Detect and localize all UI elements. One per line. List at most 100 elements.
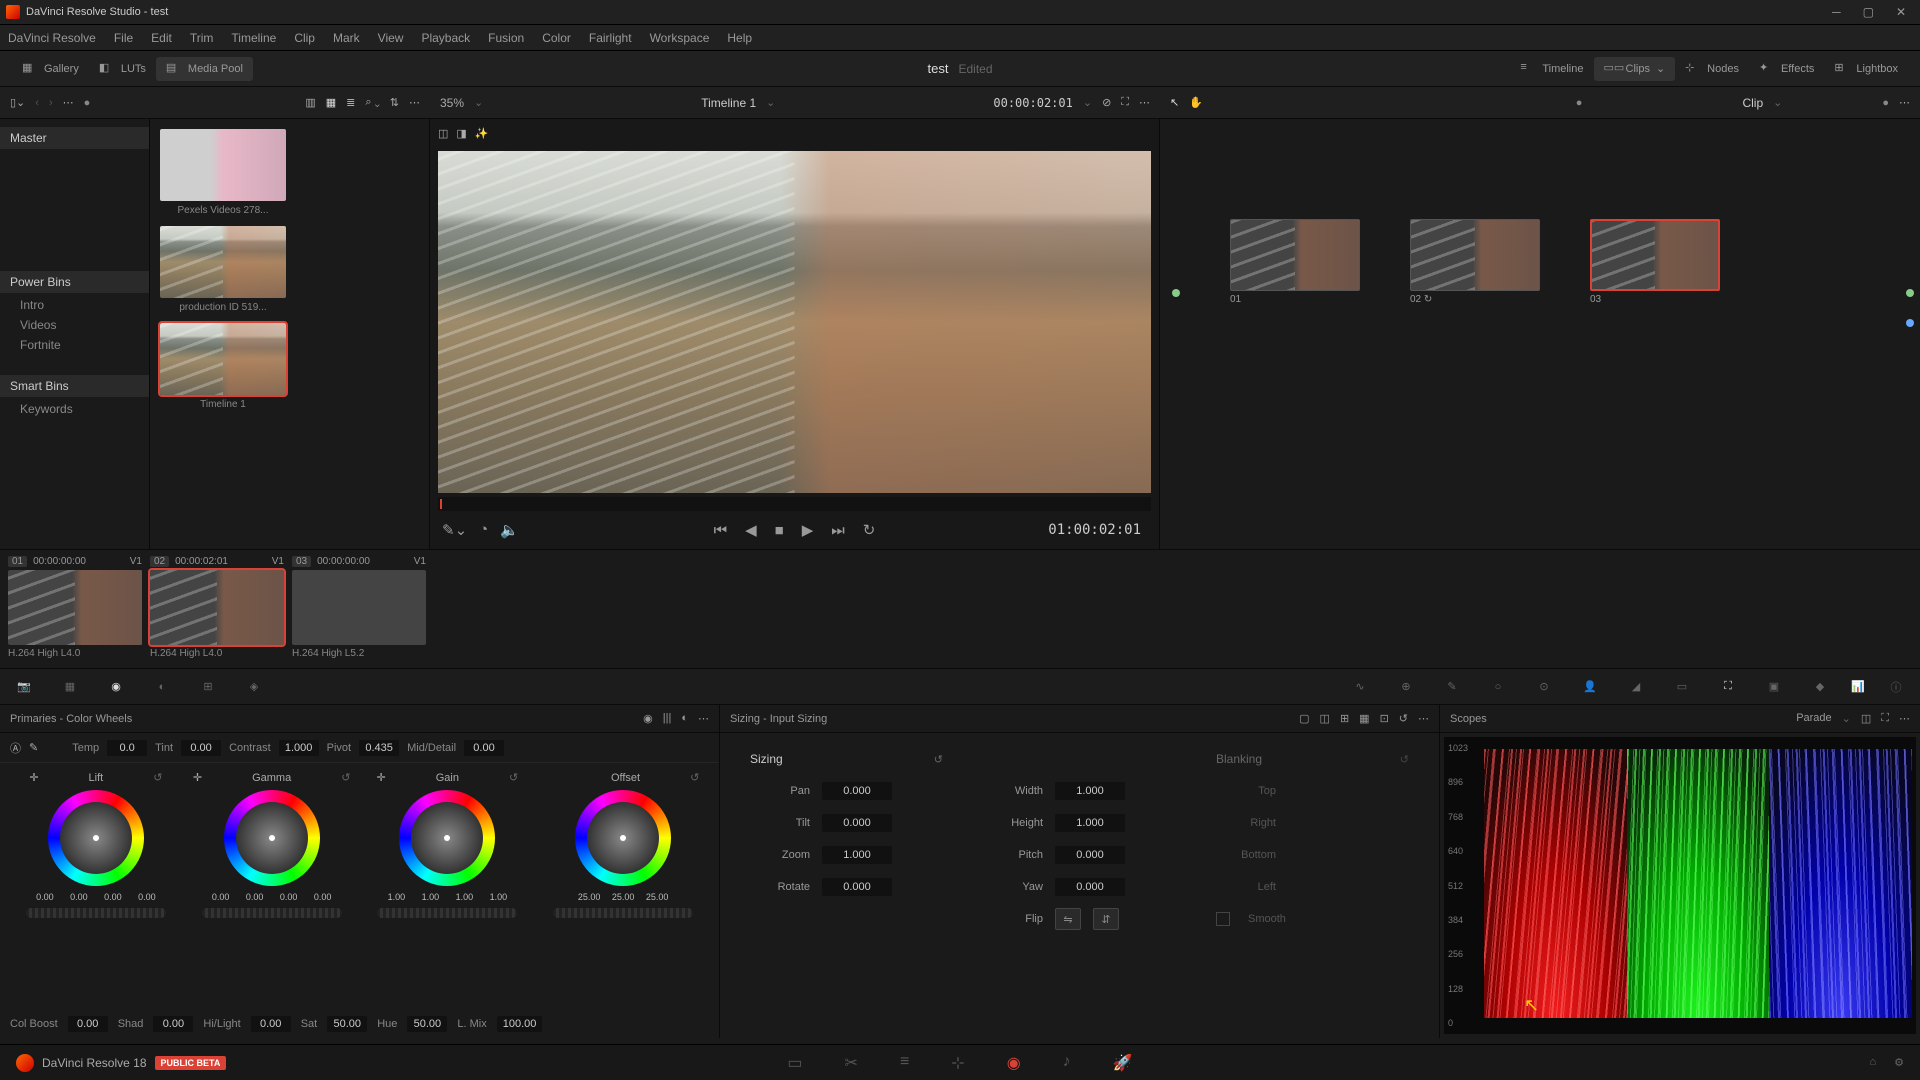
chevron-down-icon[interactable]: ⌄ [1842,712,1851,725]
pan-value[interactable]: 0.000 [822,782,892,800]
bars-mode-icon[interactable]: ||| [663,712,672,725]
menu-trim[interactable]: Trim [190,31,214,45]
chevron-down-icon[interactable]: ⌄ [1773,96,1782,109]
bin-videos[interactable]: Videos [0,315,149,335]
chevron-down-icon[interactable]: ⌄ [1083,96,1092,109]
bin-fortnite[interactable]: Fortnite [0,335,149,355]
hand-icon[interactable]: ✋ [1189,96,1203,109]
color-page-icon[interactable]: ◉ [1007,1053,1021,1073]
sat-value[interactable]: 50.00 [327,1016,367,1032]
zoom-value[interactable]: 1.000 [822,846,892,864]
viewer-image[interactable] [438,151,1151,493]
bin-keywords[interactable]: Keywords [0,399,149,419]
flip-v-button[interactable]: ⇵ [1093,908,1119,930]
menu-color[interactable]: Color [542,31,571,45]
lift-reset-icon[interactable]: ↺ [153,771,162,784]
camera-raw-icon[interactable]: 📷 [14,677,34,697]
tint-value[interactable]: 0.00 [181,740,221,756]
gain-reset-icon[interactable]: ↺ [509,771,518,784]
node-01[interactable]: 01 [1230,219,1360,305]
height-value[interactable]: 1.000 [1055,814,1125,832]
node-canvas[interactable]: 01 02 ↻ 03 [1160,119,1920,549]
nav-back-icon[interactable]: ‹ [35,97,39,109]
scopes-icon[interactable]: 📊 [1848,677,1868,697]
yaw-value[interactable]: 0.000 [1055,878,1125,896]
effects-button[interactable]: ✦Effects [1749,57,1824,81]
info-icon[interactable]: ⓘ [1886,677,1906,697]
viewer-more-icon[interactable]: ⋯ [1139,96,1150,109]
key-icon[interactable]: ▭ [1672,677,1692,697]
image-wipe-icon[interactable]: ◫ [438,127,448,140]
colboost-value[interactable]: 0.00 [68,1016,108,1032]
timeline-clip[interactable]: 0300:00:00:00V1 H.264 High L5.2 [292,556,426,662]
sizing-reset-icon[interactable]: ↺ [1399,712,1408,725]
gamma-picker-icon[interactable]: ✛ [193,771,202,784]
sizing-icon[interactable]: ⛶ [1718,677,1738,697]
menu-fairlight[interactable]: Fairlight [589,31,632,45]
play-button[interactable]: ▶ [802,521,814,539]
pivot-value[interactable]: 0.435 [359,740,399,756]
mute-icon[interactable]: 🔈 [500,521,519,539]
lift-values[interactable]: 0.000.000.000.00 [30,892,162,902]
minimize-button[interactable]: ─ [1832,5,1841,19]
deliver-page-icon[interactable]: 🚀 [1113,1053,1133,1073]
timeline-clip[interactable]: 0200:00:02:01V1 H.264 High L4.0 [150,556,284,662]
bin-intro[interactable]: Intro [0,295,149,315]
timeline-clip[interactable]: 0100:00:00:00V1 H.264 High L4.0 [8,556,142,662]
clips-button[interactable]: ▭▭Clips ⌄ [1594,57,1676,81]
view-list-icon[interactable]: ≣ [346,96,355,109]
split-icon[interactable]: ◨ [456,127,466,140]
width-value[interactable]: 1.000 [1055,782,1125,800]
close-button[interactable]: ✕ [1896,5,1906,19]
window-icon[interactable]: ○ [1488,677,1508,697]
chevron-down-icon[interactable]: ⌄ [474,96,483,109]
qualifier-icon[interactable]: ✎ [1442,677,1462,697]
sizing-mode-2-icon[interactable]: ◫ [1320,712,1330,725]
eyedropper-icon[interactable]: ✎⌄ [442,521,467,539]
last-frame-button[interactable]: ⏭ [831,522,845,539]
viewer-scrubber[interactable] [438,497,1151,511]
timeline-button[interactable]: ≡Timeline [1510,57,1593,81]
sizing-mode-3-icon[interactable]: ⊞ [1340,712,1349,725]
shad-value[interactable]: 0.00 [153,1016,193,1032]
lift-wheel[interactable] [48,790,144,886]
hue-value[interactable]: 50.00 [407,1016,447,1032]
primaries-more-icon[interactable]: ⋯ [698,712,709,725]
edit-page-icon[interactable]: ≡ [900,1053,909,1073]
sort-icon[interactable]: ⇅ [390,96,399,109]
media-clip[interactable]: Pexels Videos 278... [160,129,286,216]
hilight-value[interactable]: 0.00 [251,1016,291,1032]
gamma-values[interactable]: 0.000.000.000.00 [206,892,338,902]
media-timeline[interactable]: Timeline 1 [160,323,286,410]
bin-view-icon[interactable]: ▯⌄ [10,96,25,109]
scope-opt1-icon[interactable]: ◫ [1861,712,1871,725]
lift-jog[interactable] [26,908,166,918]
loop-button[interactable]: ↻ [863,521,876,539]
wheels-mode-icon[interactable]: ◉ [643,712,653,725]
view-thumb-icon[interactable]: ▦ [326,96,336,109]
menu-edit[interactable]: Edit [151,31,172,45]
gain-values[interactable]: 1.001.001.001.00 [381,892,513,902]
gamma-jog[interactable] [202,908,342,918]
more-icon[interactable]: ⋯ [63,96,74,109]
menu-mark[interactable]: Mark [333,31,360,45]
mediapool-button[interactable]: ▤Media Pool [156,57,253,81]
motion-effects-icon[interactable]: ◈ [244,677,264,697]
gamma-reset-icon[interactable]: ↺ [341,771,350,784]
node-mode[interactable]: Clip [1742,96,1763,110]
smart-bins-header[interactable]: Smart Bins [0,375,149,397]
scope-display[interactable]: 10238967686405123842561280 ↖ [1444,737,1916,1034]
node-02[interactable]: 02 ↻ [1410,219,1540,305]
first-frame-button[interactable]: ⏮ [714,522,728,539]
home-icon[interactable]: ⌂ [1869,1056,1876,1069]
scope-more-icon[interactable]: ⋯ [1899,712,1910,725]
node-more-icon[interactable]: ⋯ [1899,96,1910,109]
pointer-icon[interactable]: ↖ [1170,96,1179,109]
cut-page-icon[interactable]: ✂ [845,1053,858,1073]
blur-icon[interactable]: ◢ [1626,677,1646,697]
bypass-icon[interactable]: ⊘ [1102,96,1111,109]
log-mode-icon[interactable]: ◐ [681,712,688,725]
scope-expand-icon[interactable]: ⛶ [1881,712,1889,725]
blanking-reset-icon[interactable]: ↺ [1400,753,1409,766]
sizing-mode-5-icon[interactable]: ⊡ [1380,712,1389,725]
